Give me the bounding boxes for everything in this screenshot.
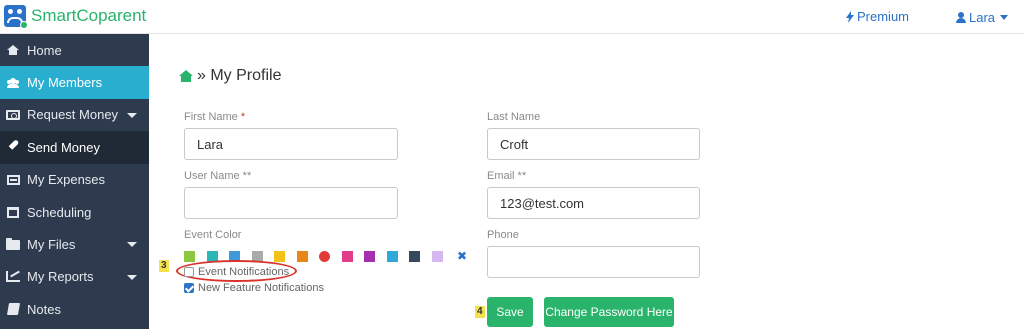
phone-field[interactable] — [487, 246, 700, 278]
breadcrumb: » My Profile — [197, 67, 282, 84]
save-button[interactable]: Save — [487, 297, 533, 327]
event-color-swatch[interactable] — [364, 251, 375, 262]
event-color-swatch[interactable] — [296, 251, 308, 262]
premium-label: Premium — [857, 9, 910, 24]
sidebar-item-label: Notes — [27, 301, 61, 317]
user-name-label: User Name ** — [184, 170, 252, 182]
sidebar-item-label: My Files — [27, 237, 76, 253]
change-password-button[interactable]: Change Password Here — [544, 297, 674, 327]
annotation-badge: 3 — [159, 260, 169, 272]
sidebar-item-send-money[interactable]: Send Money — [0, 131, 149, 164]
last-name-label: Last Name — [487, 111, 541, 123]
email-field[interactable]: 123@test.com — [487, 187, 700, 219]
chevron-down-icon — [127, 242, 137, 248]
event-color-swatch[interactable] — [431, 251, 443, 262]
user-name: Lara — [969, 10, 996, 25]
sidebar-item-label: Send Money — [27, 139, 100, 155]
app-logo[interactable]: SmartCoparent — [4, 5, 147, 29]
new-feature-notifications-checkbox[interactable] — [184, 283, 194, 293]
sidebar-item-label: Scheduling — [27, 204, 92, 220]
sidebar-item-label: Request Money — [27, 107, 119, 123]
sidebar-item-request-money[interactable]: Request Money — [0, 99, 149, 131]
sidebar-item-notes[interactable]: Notes — [0, 293, 149, 325]
user-icon — [956, 12, 966, 23]
email-label: Email ** — [487, 170, 527, 182]
event-color-swatch[interactable] — [341, 251, 353, 262]
app-name: SmartCoparent — [31, 6, 147, 25]
new-feature-notifications-label: New Feature Notifications — [198, 282, 324, 294]
bolt-icon — [846, 10, 854, 23]
folder-icon — [6, 237, 20, 250]
sidebar-item-my-expenses[interactable]: My Expenses — [0, 164, 149, 196]
list-icon — [6, 174, 20, 185]
chart-icon — [6, 271, 20, 283]
rocket-icon — [7, 141, 19, 153]
event-notifications-checkbox[interactable] — [184, 267, 194, 277]
event-color-swatch[interactable] — [409, 251, 420, 262]
sidebar-item-home[interactable]: Home — [0, 34, 149, 66]
sidebar-item-my-members[interactable]: My Members — [0, 66, 149, 99]
sidebar: Home My Members Request Money Send Money… — [0, 34, 149, 329]
home-icon — [7, 45, 19, 56]
chevron-down-icon — [127, 112, 137, 118]
event-notifications-label: Event Notifications — [198, 266, 290, 278]
first-name-field[interactable]: Lara — [184, 128, 398, 160]
sidebar-item-label: My Members — [27, 75, 103, 91]
event-color-swatch[interactable] — [319, 251, 330, 262]
book-icon — [6, 303, 20, 316]
event-color-label: Event Color — [184, 229, 242, 241]
user-menu[interactable]: Lara — [956, 10, 1009, 25]
home-icon[interactable] — [179, 70, 193, 82]
event-color-swatch[interactable] — [386, 251, 398, 262]
event-color-swatch[interactable] — [184, 251, 195, 262]
money-icon — [6, 109, 20, 120]
main-content: » My Profile First Name * Lara Last Name… — [149, 34, 1024, 329]
sidebar-item-label: Home — [27, 42, 62, 58]
logo-icon — [4, 5, 28, 29]
sidebar-item-my-files[interactable]: My Files — [0, 228, 149, 260]
users-icon — [6, 77, 20, 88]
chevron-down-icon — [1000, 15, 1009, 20]
user-name-field[interactable] — [184, 187, 398, 219]
event-notifications-option[interactable]: Event Notifications — [184, 266, 289, 278]
calendar-icon — [7, 206, 19, 218]
clear-color-icon[interactable]: ✖ — [457, 249, 467, 263]
sidebar-item-label: My Expenses — [27, 172, 106, 188]
chevron-down-icon — [127, 274, 137, 280]
premium-link[interactable]: Premium — [846, 9, 909, 24]
phone-label: Phone — [487, 229, 519, 241]
top-bar: SmartCoparent Premium Lara — [0, 0, 1024, 34]
first-name-label: First Name * — [184, 111, 246, 123]
sidebar-item-scheduling[interactable]: Scheduling — [0, 196, 149, 228]
page-title: » My Profile — [179, 67, 281, 85]
annotation-badge: 4 — [475, 306, 485, 318]
new-feature-notifications-option[interactable]: New Feature Notifications — [184, 282, 324, 294]
sidebar-item-my-reports[interactable]: My Reports — [0, 261, 149, 293]
required-marker: * — [240, 111, 246, 123]
event-color-swatch[interactable] — [274, 251, 285, 262]
sidebar-item-label: My Reports — [27, 269, 94, 285]
last-name-field[interactable]: Croft — [487, 128, 700, 160]
